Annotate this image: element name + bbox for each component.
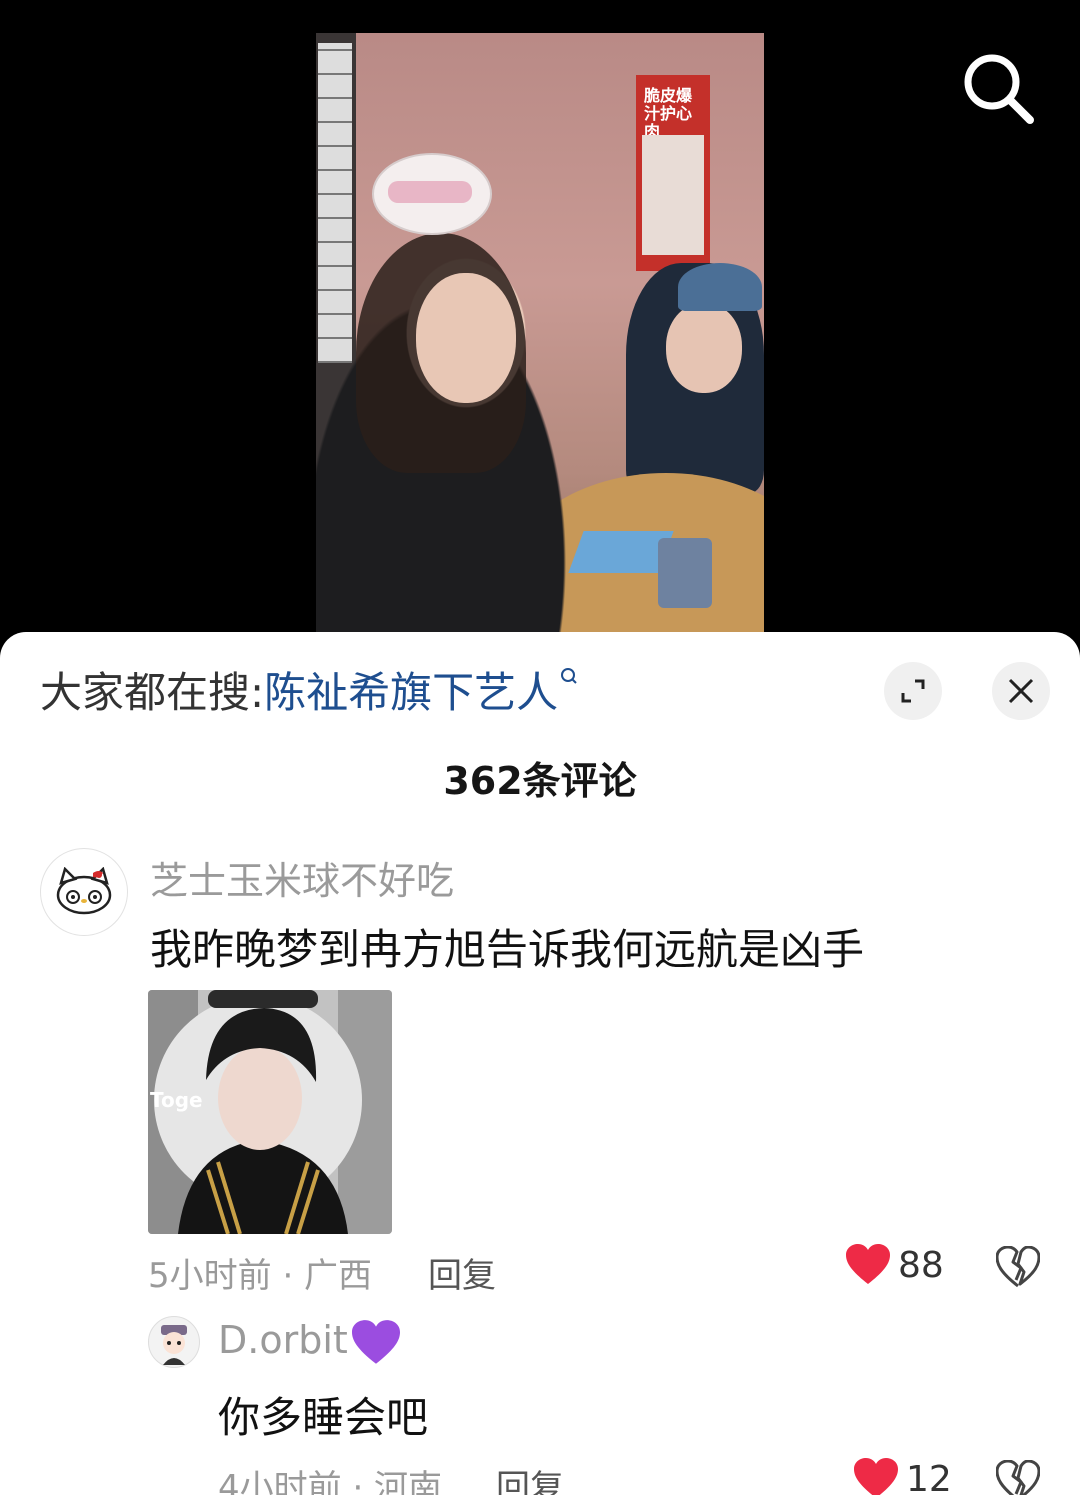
search-icon [964, 54, 1034, 124]
reply-username[interactable]: D.orbit [218, 1318, 400, 1366]
reply-button[interactable]: 回复 [428, 1248, 496, 1297]
video-player[interactable]: 脆皮爆汁护心肉 [0, 0, 1080, 660]
comment-image[interactable]: Toge [148, 990, 392, 1234]
reply-like-button[interactable]: 12 [854, 1458, 952, 1495]
cartoon-avatar-icon [161, 1325, 187, 1365]
reply-text: 你多睡会吧 [218, 1393, 429, 1442]
reply-dislike-button[interactable] [995, 1459, 1041, 1495]
avatar[interactable] [40, 848, 128, 936]
heart-icon [846, 1244, 890, 1284]
close-button[interactable] [992, 662, 1050, 720]
broken-heart-icon [995, 1245, 1041, 1288]
hello-kitty-avatar [56, 867, 112, 915]
reply-time-location: 4小时前 · 河南 [218, 1468, 443, 1495]
reply-username-text: D.orbit [218, 1318, 348, 1362]
reply-avatar[interactable] [148, 1316, 200, 1368]
search-suggestion-prefix: 大家都在搜: [40, 668, 265, 717]
search-button[interactable] [960, 50, 1036, 126]
comment-time-location: 5小时前 · 广西 [148, 1256, 373, 1296]
comment-text: 我昨晚梦到冉方旭告诉我何远航是凶手 [150, 925, 865, 974]
poster-text: 脆皮爆汁护心肉 [644, 86, 693, 141]
like-count: 88 [898, 1244, 944, 1286]
video-poster: 脆皮爆汁护心肉 [636, 75, 710, 271]
small-search-icon [561, 668, 577, 684]
comments-sheet: 大家都在搜:陈祉希旗下艺人 362条评论 芝士玉米球不好吃 我昨晚梦到冉方旭告诉… [0, 632, 1080, 1495]
expand-icon [901, 679, 925, 703]
purple-heart-emoji [351, 1319, 400, 1364]
heart-icon [854, 1458, 898, 1495]
broken-heart-icon [995, 1459, 1041, 1495]
dislike-button[interactable] [995, 1245, 1041, 1292]
comment-count: 362条评论 [443, 759, 637, 803]
close-icon [1008, 678, 1034, 704]
expand-button[interactable] [884, 662, 942, 720]
comment-username[interactable]: 芝士玉米球不好吃 [150, 850, 454, 905]
reply-reply-button[interactable]: 回复 [496, 1460, 564, 1495]
video-frame[interactable]: 脆皮爆汁护心肉 [316, 33, 764, 660]
comment-image-text: Toge [150, 1088, 203, 1112]
reply-like-count: 12 [906, 1458, 952, 1495]
like-button[interactable]: 88 [846, 1244, 944, 1286]
search-suggestion-keyword[interactable]: 陈祉希旗下艺人 [264, 668, 558, 717]
search-suggestion[interactable]: 大家都在搜:陈祉希旗下艺人 [40, 666, 577, 720]
